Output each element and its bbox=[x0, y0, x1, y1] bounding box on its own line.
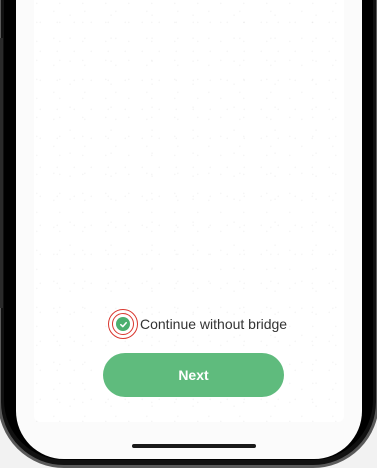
continue-without-bridge-label: Continue without bridge bbox=[140, 316, 288, 332]
phone-side-edge bbox=[0, 38, 3, 308]
app-screen: Continue without bridge Next bbox=[16, 0, 362, 459]
check-circle-icon bbox=[116, 317, 130, 331]
home-indicator[interactable] bbox=[132, 444, 256, 448]
continue-without-bridge-checkbox[interactable] bbox=[108, 309, 138, 339]
continue-without-bridge-option[interactable]: Continue without bridge bbox=[108, 309, 287, 339]
phone-screenshot: Continue without bridge Next bbox=[0, 0, 377, 468]
next-button[interactable]: Next bbox=[103, 353, 284, 397]
